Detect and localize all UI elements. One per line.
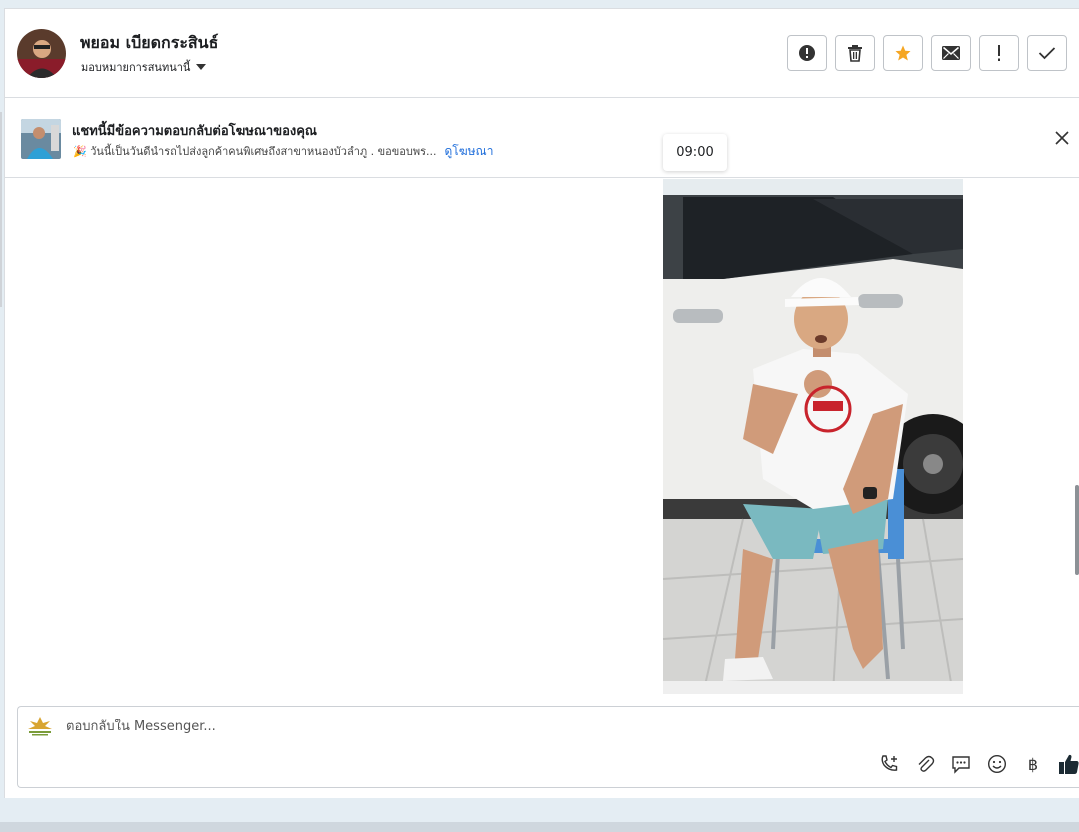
ad-banner-line: 🎉 วันนี้เป็นวันดีนำรถไปส่งลูกค้าคนพิเศษถ… bbox=[73, 142, 493, 161]
close-banner-button[interactable] bbox=[1051, 127, 1073, 149]
assign-label: มอบหมายการสนทนานี้ bbox=[81, 61, 191, 74]
conversation-header: พยอม เบียดกระสินธ์ มอบหมายการสนทนานี้ bbox=[5, 9, 1079, 98]
flag-button[interactable] bbox=[979, 35, 1019, 71]
envelope-icon bbox=[942, 46, 960, 60]
delete-button[interactable] bbox=[835, 35, 875, 71]
header-actions bbox=[787, 35, 1067, 71]
baht-icon: ฿ bbox=[1027, 754, 1039, 774]
emoji-button[interactable] bbox=[986, 753, 1008, 775]
attach-button[interactable] bbox=[914, 753, 936, 775]
composer-tools: ฿ bbox=[878, 753, 1079, 775]
reply-input[interactable] bbox=[66, 719, 966, 734]
call-button[interactable] bbox=[878, 753, 900, 775]
page-logo-icon bbox=[26, 715, 54, 737]
alert-circle-icon bbox=[799, 45, 815, 61]
check-icon bbox=[1038, 47, 1056, 60]
payment-button[interactable]: ฿ bbox=[1022, 753, 1044, 775]
mark-unread-button[interactable] bbox=[931, 35, 971, 71]
star-icon bbox=[895, 45, 911, 61]
thumbs-up-icon bbox=[1059, 754, 1079, 774]
sidebar-edge bbox=[0, 112, 2, 307]
video-thumbnail bbox=[663, 179, 963, 694]
message-time-tooltip: 09:00 bbox=[663, 134, 727, 171]
ad-banner-title: แชทนี้มีข้อความตอบกลับต่อโฆษณาของคุณ bbox=[72, 124, 317, 139]
conversation-panel: พยอม เบียดกระสินธ์ มอบหมายการสนทนานี้ แช… bbox=[4, 8, 1079, 798]
scrollbar-thumb[interactable] bbox=[1075, 485, 1079, 575]
paperclip-icon bbox=[918, 755, 935, 772]
saved-replies-button[interactable] bbox=[950, 753, 972, 775]
caret-down-icon bbox=[196, 64, 207, 70]
assign-conversation-dropdown[interactable]: มอบหมายการสนทนานี้ bbox=[81, 58, 207, 76]
contact-name: พยอม เบียดกระสินธ์ bbox=[80, 33, 219, 52]
ad-preview-text: 🎉 วันนี้เป็นวันดีนำรถไปส่งลูกค้าคนพิเศษถ… bbox=[73, 145, 437, 158]
close-icon bbox=[1055, 131, 1069, 145]
mark-done-button[interactable] bbox=[1027, 35, 1067, 71]
star-button[interactable] bbox=[883, 35, 923, 71]
video-message[interactable] bbox=[663, 179, 963, 694]
bottom-strip bbox=[0, 822, 1079, 832]
ad-thumbnail[interactable] bbox=[21, 119, 61, 159]
ad-reply-banner: แชทนี้มีข้อความตอบกลับต่อโฆษณาของคุณ 🎉 ว… bbox=[5, 99, 1079, 178]
exclamation-icon bbox=[998, 45, 1000, 61]
mark-spam-button[interactable] bbox=[787, 35, 827, 71]
phone-add-icon bbox=[881, 755, 898, 771]
chat-bubble-icon bbox=[952, 756, 970, 774]
inbox-page: พยอม เบียดกระสินธ์ มอบหมายการสนทนานี้ แช… bbox=[0, 0, 1079, 832]
contact-avatar[interactable] bbox=[17, 29, 66, 78]
view-ad-link[interactable]: ดูโฆษณา bbox=[445, 142, 494, 161]
smiley-icon bbox=[987, 754, 1007, 774]
trash-icon bbox=[848, 45, 862, 62]
reply-composer: ฿ bbox=[17, 706, 1079, 788]
like-button[interactable] bbox=[1058, 753, 1079, 775]
